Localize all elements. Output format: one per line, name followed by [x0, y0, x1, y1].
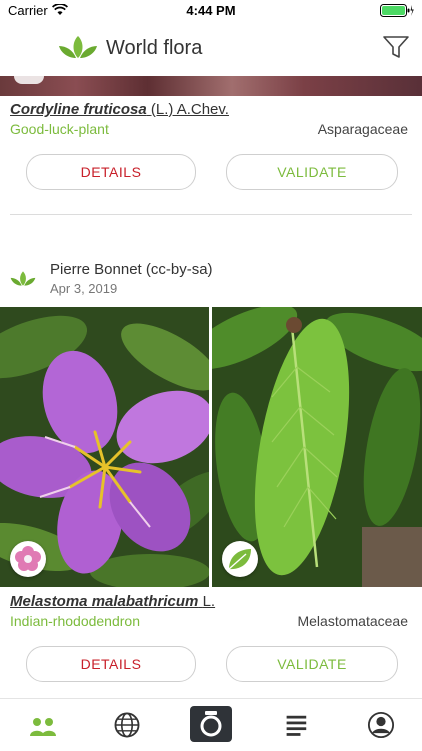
- observation-date: Apr 3, 2019: [50, 281, 118, 296]
- species-author: (L.) A.Chev.: [150, 101, 229, 118]
- common-name: Good-luck-plant: [10, 121, 109, 137]
- details-button[interactable]: DETAILS: [26, 154, 196, 190]
- status-time: 4:44 PM: [186, 3, 236, 18]
- scientific-name-link[interactable]: Cordyline fruticosa (L.) A.Chev.: [10, 101, 229, 118]
- flower-icon: [10, 541, 46, 577]
- family-name: Asparagaceae: [317, 121, 408, 137]
- flower-photo[interactable]: [0, 307, 209, 587]
- list-icon[interactable]: [282, 710, 312, 740]
- plantnet-logo-icon: [59, 36, 97, 58]
- species-name: Melastoma malabathricum: [10, 593, 199, 610]
- species-name: Cordyline fruticosa: [10, 101, 147, 118]
- camera-icon: [200, 711, 222, 737]
- top-navigation-bar: World flora: [0, 22, 422, 76]
- family-name: Melastomataceae: [297, 613, 408, 629]
- globe-icon[interactable]: [112, 710, 142, 740]
- common-name: Indian-rhododendron: [10, 613, 140, 629]
- leaf-icon: [222, 541, 258, 577]
- observer-plantnet-icon: [10, 271, 36, 286]
- card-divider: [10, 214, 412, 215]
- camera-button[interactable]: [190, 706, 232, 742]
- observer-name: Pierre Bonnet (cc-by-sa): [50, 261, 213, 278]
- validate-button[interactable]: VALIDATE: [226, 646, 398, 682]
- filter-icon[interactable]: [382, 34, 410, 60]
- observations-icon[interactable]: [28, 712, 58, 742]
- species-author: L.: [202, 593, 216, 610]
- observation-photo[interactable]: [0, 76, 422, 96]
- leaf-photo[interactable]: [212, 307, 422, 587]
- profile-icon[interactable]: [366, 710, 396, 740]
- validate-button[interactable]: VALIDATE: [226, 154, 398, 190]
- organ-badge: [14, 76, 44, 84]
- page-title: World flora: [106, 37, 203, 59]
- status-bar: Carrier 4:44 PM: [0, 0, 422, 22]
- scientific-name-link[interactable]: Melastoma malabathricum L.: [10, 593, 215, 610]
- battery-icon: [380, 4, 414, 17]
- details-button[interactable]: DETAILS: [26, 646, 196, 682]
